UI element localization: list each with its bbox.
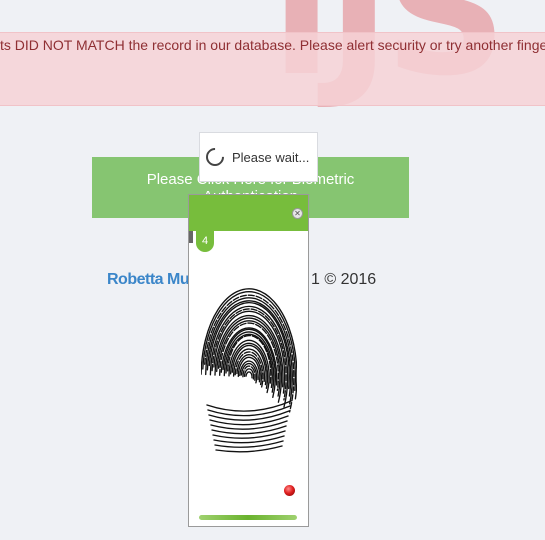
scanner-header [189,195,308,231]
spinner-icon [202,144,228,170]
fingerprint-scanner-dialog: ✕ 4 [188,194,309,527]
step-badge: 4 [196,231,214,252]
status-led-icon [284,485,295,496]
fingerprint-image [201,288,297,453]
footer-copyright: 1 © 2016 [311,271,377,288]
scan-progress-bar [199,515,297,520]
footer-author-link[interactable]: Robetta Mu [107,271,190,289]
scan-progress-fill [199,515,297,520]
scanner-edge [189,231,193,243]
close-icon[interactable]: ✕ [292,208,303,219]
fingerprint-ridge [245,371,253,379]
error-alert-text: ts DID NOT MATCH the record in our datab… [0,37,545,53]
loading-text: Please wait... [232,149,310,165]
loading-indicator: Please wait... [199,132,318,182]
